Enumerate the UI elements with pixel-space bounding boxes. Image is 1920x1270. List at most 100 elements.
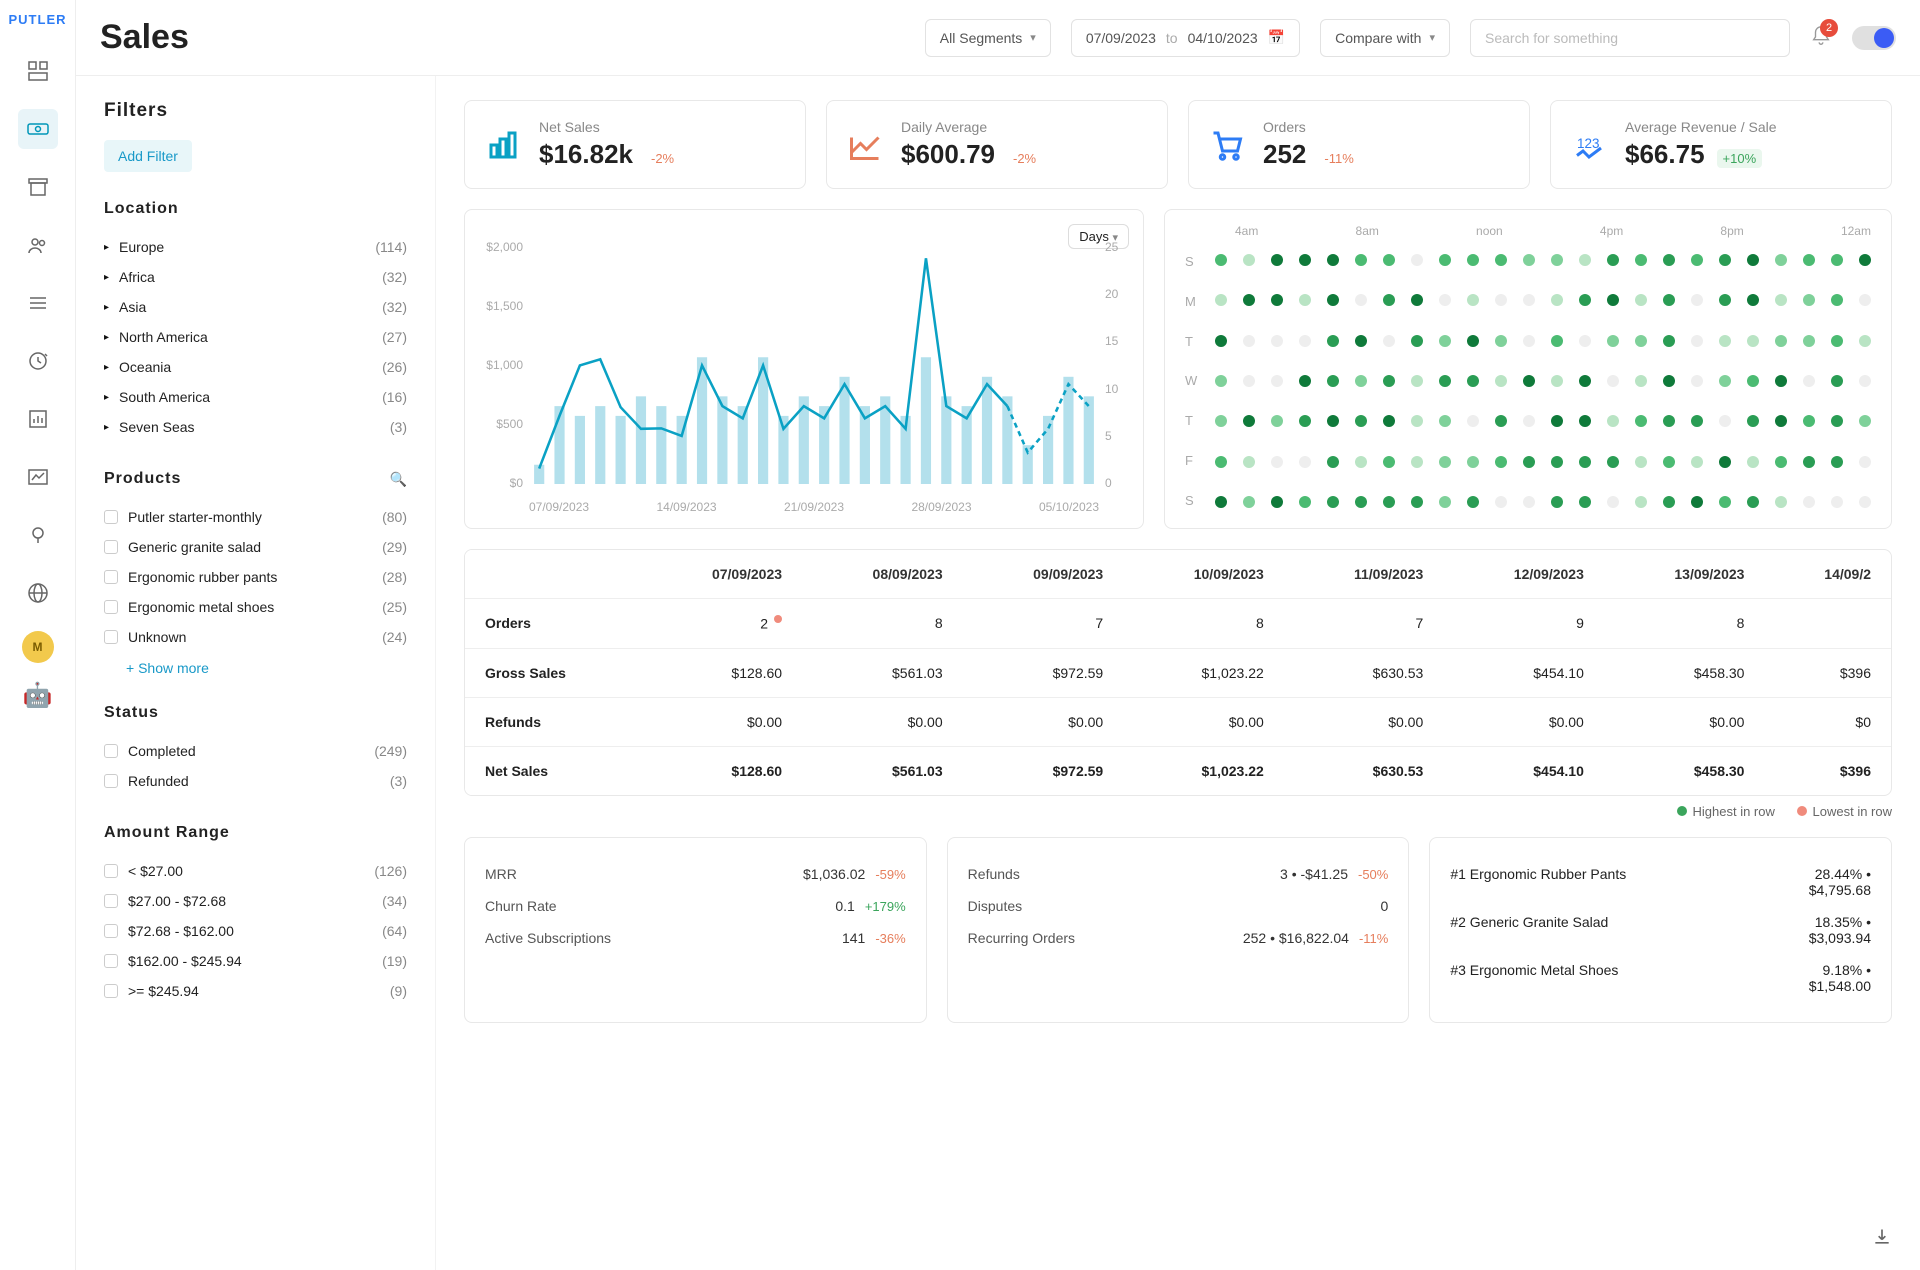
heat-dot bbox=[1467, 254, 1479, 266]
filter-group-amount: Amount Range < $27.00(126)$27.00 - $72.6… bbox=[104, 824, 407, 1006]
user-avatar[interactable]: M bbox=[22, 631, 54, 663]
chart-svg bbox=[529, 240, 1099, 484]
heat-dot bbox=[1607, 294, 1619, 306]
heat-dot bbox=[1831, 254, 1843, 266]
nav-dashboard-icon[interactable] bbox=[18, 51, 58, 91]
heat-dot bbox=[1523, 375, 1535, 387]
heat-dot bbox=[1607, 496, 1619, 508]
kpi-card[interactable]: 123Average Revenue / Sale$66.75+10% bbox=[1550, 100, 1892, 189]
download-icon[interactable] bbox=[1872, 1227, 1892, 1250]
products-title: Products bbox=[104, 470, 181, 488]
search-input[interactable]: Search for something bbox=[1470, 19, 1790, 57]
compare-dropdown[interactable]: Compare with ▾ bbox=[1320, 19, 1450, 57]
filter-item[interactable]: Putler starter-monthly(80) bbox=[104, 502, 407, 532]
heat-dot bbox=[1411, 496, 1423, 508]
notifications-button[interactable]: 2 bbox=[1810, 25, 1832, 50]
heat-dot bbox=[1383, 254, 1395, 266]
chevron-down-icon: ▾ bbox=[1030, 31, 1036, 44]
heat-dot bbox=[1859, 335, 1871, 347]
stat-row: Churn Rate0.1+179% bbox=[485, 890, 906, 922]
heat-dot bbox=[1719, 294, 1731, 306]
heat-dot bbox=[1299, 335, 1311, 347]
heat-dot bbox=[1271, 335, 1283, 347]
filter-item[interactable]: ▸Oceania(26) bbox=[104, 352, 407, 382]
heat-dot bbox=[1411, 335, 1423, 347]
kpi-card[interactable]: Net Sales$16.82k-2% bbox=[464, 100, 806, 189]
nav-sales-icon[interactable] bbox=[18, 109, 58, 149]
filter-item[interactable]: ▸Africa(32) bbox=[104, 262, 407, 292]
filter-item[interactable]: < $27.00(126) bbox=[104, 856, 407, 886]
filter-item[interactable]: ▸Europe(114) bbox=[104, 232, 407, 262]
heat-dot bbox=[1719, 254, 1731, 266]
nav-web-icon[interactable] bbox=[18, 573, 58, 613]
nav-archive-icon[interactable] bbox=[18, 167, 58, 207]
help-bot-icon[interactable]: 🤖 bbox=[23, 681, 53, 710]
status-title: Status bbox=[104, 704, 159, 722]
filter-item[interactable]: Ergonomic metal shoes(25) bbox=[104, 592, 407, 622]
rank-row: #1 Ergonomic Rubber Pants28.44% •$4,795.… bbox=[1450, 858, 1871, 906]
segments-dropdown[interactable]: All Segments ▾ bbox=[925, 19, 1051, 57]
theme-toggle[interactable] bbox=[1852, 26, 1896, 50]
data-table[interactable]: 07/09/202308/09/202309/09/202310/09/2023… bbox=[464, 549, 1892, 796]
amount-title: Amount Range bbox=[104, 824, 230, 842]
kpi-card[interactable]: Daily Average$600.79-2% bbox=[826, 100, 1168, 189]
stat-row: Active Subscriptions141-36% bbox=[485, 922, 906, 954]
heat-dot bbox=[1495, 294, 1507, 306]
heat-dot bbox=[1243, 335, 1255, 347]
heat-dot bbox=[1355, 375, 1367, 387]
filter-item[interactable]: $27.00 - $72.68(34) bbox=[104, 886, 407, 916]
heat-dot bbox=[1663, 375, 1675, 387]
sales-chart: Days ▾ $2,000$1,500$1,000$500$0 25201510… bbox=[464, 209, 1144, 529]
filter-item[interactable]: $162.00 - $245.94(19) bbox=[104, 946, 407, 976]
date-to: 04/10/2023 bbox=[1188, 30, 1258, 46]
svg-text:123: 123 bbox=[1577, 136, 1600, 151]
heat-dot bbox=[1551, 456, 1563, 468]
heat-dot bbox=[1271, 254, 1283, 266]
nav-customers-icon[interactable] bbox=[18, 225, 58, 265]
show-more-products[interactable]: + Show more bbox=[104, 652, 407, 676]
heat-dot bbox=[1327, 335, 1339, 347]
filter-group-products: Products 🔍 Putler starter-monthly(80)Gen… bbox=[104, 470, 407, 676]
heat-dot bbox=[1663, 415, 1675, 427]
nav-subscriptions-icon[interactable] bbox=[18, 341, 58, 381]
refund-stats-card: Refunds3 • -$41.25-50%Disputes0Recurring… bbox=[947, 837, 1410, 1023]
kpi-card[interactable]: Orders252-11% bbox=[1188, 100, 1530, 189]
heat-dot bbox=[1803, 335, 1815, 347]
heat-dot bbox=[1831, 415, 1843, 427]
heat-dot bbox=[1551, 335, 1563, 347]
add-filter-button[interactable]: Add Filter bbox=[104, 140, 192, 172]
date-range-control[interactable]: 07/09/2023 to 04/10/2023 📅 bbox=[1071, 19, 1300, 57]
filter-item[interactable]: $72.68 - $162.00(64) bbox=[104, 916, 407, 946]
filter-item[interactable]: ▸Asia(32) bbox=[104, 292, 407, 322]
heat-dot bbox=[1467, 294, 1479, 306]
heat-dot bbox=[1523, 456, 1535, 468]
heat-dot bbox=[1495, 375, 1507, 387]
search-icon[interactable]: 🔍 bbox=[390, 471, 407, 488]
nav-reports-icon[interactable] bbox=[18, 399, 58, 439]
stat-row: Disputes0 bbox=[968, 890, 1389, 922]
heat-dot bbox=[1215, 456, 1227, 468]
heat-dot bbox=[1439, 254, 1451, 266]
filter-item[interactable]: Ergonomic rubber pants(28) bbox=[104, 562, 407, 592]
nav-trends-icon[interactable] bbox=[18, 457, 58, 497]
heat-dot bbox=[1523, 254, 1535, 266]
filter-item[interactable]: Generic granite salad(29) bbox=[104, 532, 407, 562]
filter-item[interactable]: ▸Seven Seas(3) bbox=[104, 412, 407, 442]
heat-dot bbox=[1523, 415, 1535, 427]
heat-dot bbox=[1607, 335, 1619, 347]
heat-dot bbox=[1635, 335, 1647, 347]
top-products-card: #1 Ergonomic Rubber Pants28.44% •$4,795.… bbox=[1429, 837, 1892, 1023]
heat-dot bbox=[1803, 294, 1815, 306]
heat-dot bbox=[1495, 335, 1507, 347]
filter-item[interactable]: Refunded(3) bbox=[104, 766, 407, 796]
nav-list-icon[interactable] bbox=[18, 283, 58, 323]
nav-insights-icon[interactable] bbox=[18, 515, 58, 555]
filter-item[interactable]: >= $245.94(9) bbox=[104, 976, 407, 1006]
filter-item[interactable]: Unknown(24) bbox=[104, 622, 407, 652]
heat-dot bbox=[1803, 456, 1815, 468]
filter-item[interactable]: ▸North America(27) bbox=[104, 322, 407, 352]
filter-item[interactable]: ▸South America(16) bbox=[104, 382, 407, 412]
heat-dot bbox=[1607, 415, 1619, 427]
heat-dot bbox=[1691, 415, 1703, 427]
filter-item[interactable]: Completed(249) bbox=[104, 736, 407, 766]
